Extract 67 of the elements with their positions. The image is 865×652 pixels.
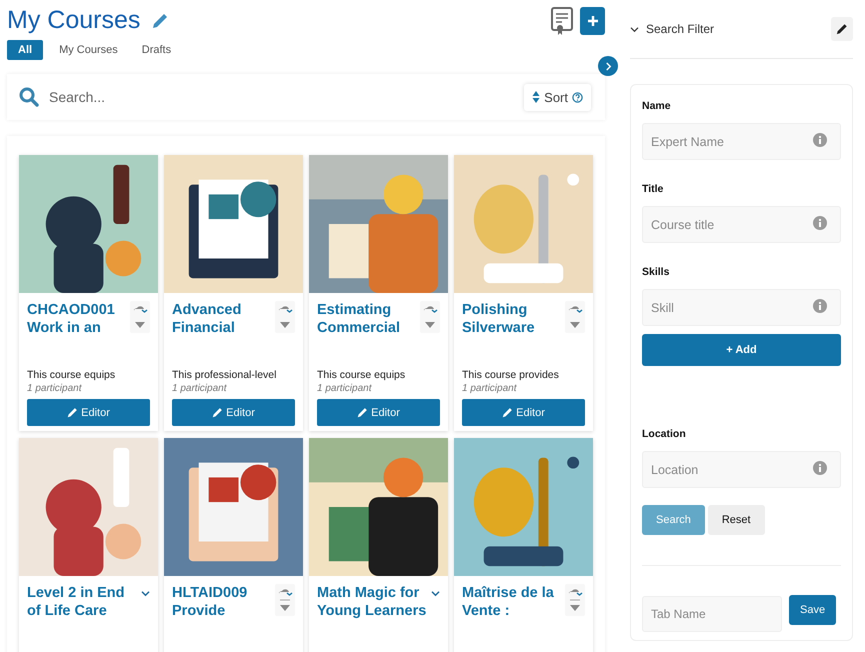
tab[interactable]: My Courses — [51, 40, 126, 60]
course-title[interactable]: CHCAOD001 Work in an — [27, 301, 130, 337]
certificate-icon[interactable] — [550, 6, 574, 36]
pencil-icon — [502, 407, 514, 418]
course-title[interactable]: Level 2 in End of Life Care — [27, 584, 141, 620]
page-title: My Courses — [7, 6, 140, 35]
card-menu-button[interactable] — [565, 584, 585, 616]
chevron-right-icon — [604, 62, 612, 70]
pencil-icon — [67, 407, 78, 418]
pencil-icon — [357, 407, 368, 418]
editor-button[interactable]: Editor — [317, 399, 440, 426]
pencil-icon — [836, 23, 848, 35]
course-title[interactable]: Maîtrise de la Vente : — [462, 584, 565, 620]
participant-count: 1 participant — [172, 383, 228, 394]
add-skill-button[interactable]: + Add — [642, 334, 841, 366]
filter-heading[interactable]: Search Filter — [630, 22, 714, 36]
card-menu-button[interactable] — [130, 301, 150, 333]
editor-button[interactable]: Editor — [27, 399, 150, 426]
search-icon — [19, 87, 39, 107]
reset-button[interactable]: Reset — [708, 505, 765, 535]
input-field[interactable]: Location — [642, 451, 841, 488]
field-label: Location — [642, 428, 687, 440]
course-title[interactable]: HLTAID009 Provide — [172, 584, 275, 620]
input-field[interactable]: Expert Name — [642, 123, 841, 160]
tab-name-field[interactable]: Tab Name — [642, 596, 782, 632]
pencil-icon — [212, 407, 224, 418]
plus-icon — [586, 15, 598, 27]
chevron-down-icon[interactable] — [141, 590, 150, 597]
chevron-down-icon[interactable] — [431, 590, 440, 597]
save-button[interactable]: Save — [789, 595, 836, 625]
course-title[interactable]: Polishing Silverware — [462, 301, 565, 337]
edit-button[interactable] — [831, 17, 853, 41]
editor-button[interactable]: Editor — [462, 399, 585, 426]
field-label: Skills — [642, 266, 670, 278]
course-description: This course provides — [462, 369, 560, 381]
course-description: This course equips — [317, 369, 406, 381]
card-menu-button[interactable] — [420, 301, 440, 333]
sort-icon — [532, 90, 540, 104]
tab[interactable]: Drafts — [134, 40, 180, 60]
input-field[interactable]: Skill — [642, 289, 841, 326]
chevron-down-icon — [630, 26, 639, 32]
course-description: This course equips — [27, 369, 116, 381]
participant-count: 1 participant — [462, 383, 518, 394]
input-field[interactable]: Course title — [642, 206, 841, 243]
participant-count: 1 participant — [317, 383, 373, 394]
info-icon — [813, 461, 827, 475]
course-description: This professional-level — [172, 369, 278, 381]
card-menu-button[interactable] — [275, 584, 295, 616]
help-icon — [572, 92, 583, 102]
search-button[interactable]: Search — [642, 505, 705, 535]
info-icon — [813, 133, 827, 147]
info-icon — [813, 216, 827, 230]
course-title[interactable]: Advanced Financial — [172, 301, 275, 337]
collapse-button[interactable] — [598, 56, 618, 76]
info-icon — [813, 299, 827, 313]
add-button[interactable] — [580, 7, 605, 35]
field-label: Title — [642, 183, 664, 195]
tab[interactable]: All — [7, 40, 44, 60]
course-title[interactable]: Estimating Commercial — [317, 301, 420, 337]
card-menu-button[interactable] — [565, 301, 585, 333]
sort-button[interactable]: Sort — [524, 84, 591, 110]
search-field[interactable]: Search... — [47, 88, 516, 106]
field-label: Name — [642, 100, 672, 112]
card-menu-button[interactable] — [275, 301, 295, 333]
course-title[interactable]: Math Magic for Young Learners — [317, 584, 431, 620]
editor-button[interactable]: Editor — [172, 399, 295, 426]
participant-count: 1 participant — [27, 383, 83, 394]
